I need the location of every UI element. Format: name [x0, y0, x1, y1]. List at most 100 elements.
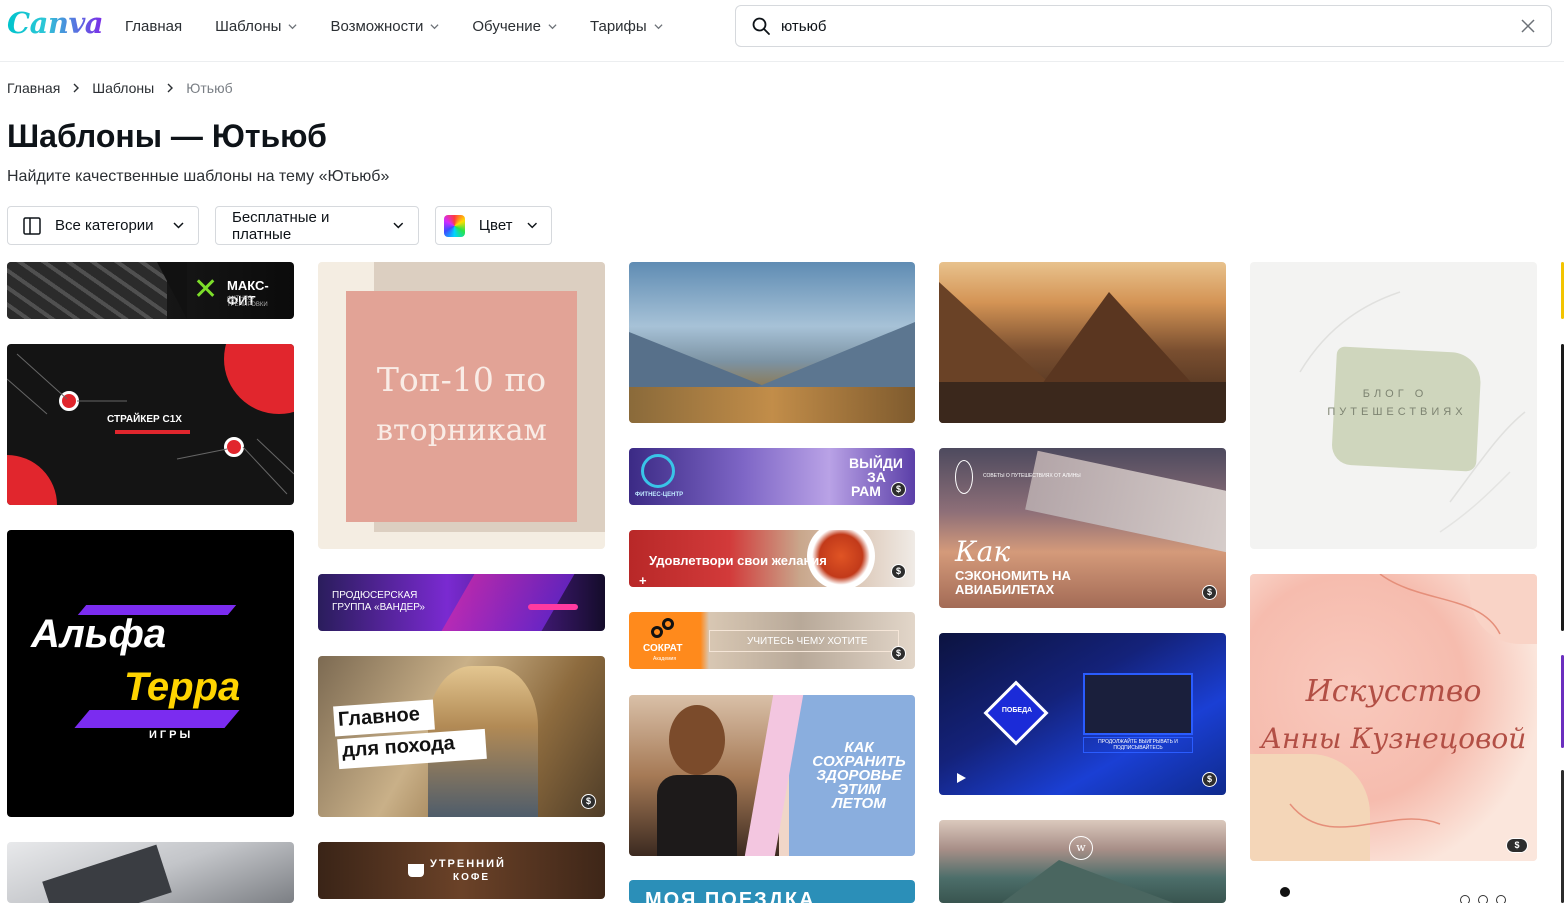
chevron-down-icon — [393, 222, 404, 229]
logo-icon — [955, 460, 973, 494]
template-text: ФИТНЕС-ТРЕНИРОВКИ — [227, 296, 268, 308]
template-card-producer[interactable]: ПРОДЮСЕРСКАЯ ГРУППА «ВАНДЕР» — [318, 574, 605, 631]
template-text: Терра — [124, 665, 241, 709]
premium-badge-icon: $ — [891, 646, 906, 661]
category-filter-label: Все категории — [55, 217, 154, 234]
brush-decoration — [1289, 574, 1501, 828]
breadcrumb-home[interactable]: Главная — [7, 80, 60, 96]
premium-badge-icon: $ — [581, 794, 596, 809]
template-card-desires[interactable]: Удовлетвори свои желания + $ — [629, 530, 915, 587]
play-icon — [957, 773, 966, 783]
color-swatch-icon — [444, 214, 465, 237]
template-card-fitness[interactable]: ФИТНЕС-ЦЕНТР ВЫЙДИ ЗА РАМ $ — [629, 448, 915, 505]
template-card-victory[interactable]: ПОБЕДА ПРОДОЛЖАЙТЕ ВЫИГРЫВАТЬ И ПОДПИСЫВ… — [939, 633, 1226, 795]
template-text: КОФЕ — [453, 872, 491, 883]
chevron-down-icon — [654, 23, 663, 29]
template-text: СОКРАТ — [643, 643, 683, 654]
nav-features-label: Возможности — [330, 17, 424, 35]
template-text: Искусство — [1305, 674, 1482, 709]
pricing-filter[interactable]: Бесплатные и платные — [215, 206, 419, 245]
template-card-maxfit[interactable]: ✕ МАКС-ФИТ ФИТНЕС-ТРЕНИРОВКИ — [7, 262, 294, 319]
premium-badge-icon: $ — [1202, 772, 1217, 787]
chevron-right-icon — [167, 83, 174, 93]
premium-badge-icon: $ — [891, 482, 906, 497]
template-text: ГРУППА «ВАНДЕР» — [332, 602, 425, 613]
template-card-laptop[interactable] — [7, 842, 294, 903]
nav-learn[interactable]: Обучение — [472, 16, 557, 36]
template-text: УЧИТЕСЬ ЧЕМУ ХОТИТЕ — [747, 636, 868, 647]
template-text: Анны Кузнецовой — [1260, 722, 1527, 755]
chevron-right-icon — [73, 83, 80, 93]
search-icon — [752, 17, 770, 35]
chevron-down-icon — [430, 23, 439, 29]
template-card-health[interactable]: КАК СОХРАНИТЬ ЗДОРОВЬЕ ЭТИМ ЛЕТОМ — [629, 695, 915, 856]
template-card-sokrat[interactable]: СОКРАТ Академия УЧИТЕСЬ ЧЕМУ ХОТИТЕ $ — [629, 612, 915, 669]
premium-badge-icon: $ — [1202, 585, 1217, 600]
template-text: Как — [955, 535, 1011, 568]
template-text: БЛОГ О — [1362, 388, 1428, 400]
premium-badge-icon: $ — [891, 564, 906, 579]
template-card-mountains-fog[interactable] — [629, 262, 915, 423]
clear-search-icon[interactable] — [1520, 18, 1536, 34]
template-card-hike[interactable]: Главное для похода $ — [318, 656, 605, 817]
template-text: РАМ — [851, 483, 881, 499]
template-text: Академия — [653, 656, 677, 662]
top-navigation-bar: Canva Главная Шаблоны Возможности Обучен… — [0, 0, 1564, 62]
breadcrumb-current: Ютьюб — [186, 80, 233, 96]
template-card-top10[interactable]: Топ-10 по вторникам — [318, 262, 605, 549]
template-card-art[interactable]: Искусство Анны Кузнецовой $ — [1250, 574, 1537, 861]
nav-home-label: Главная — [125, 17, 183, 35]
template-card-coffee[interactable]: УТРЕННИЙ КОФЕ — [318, 842, 605, 899]
template-text: Альфа — [31, 612, 167, 656]
nav-pricing[interactable]: Тарифы — [590, 16, 663, 36]
template-card-mountain-sunset[interactable] — [939, 262, 1226, 423]
coffee-cup-icon — [408, 864, 424, 877]
template-text: вторникам — [376, 413, 547, 448]
template-card-travel-blog[interactable]: БЛОГ О ПУТЕШЕСТВИЯХ — [1250, 262, 1537, 549]
nav-pricing-label: Тарифы — [589, 17, 647, 35]
x-logo-icon: ✕ — [193, 273, 219, 306]
nav-home[interactable]: Главная — [125, 16, 182, 36]
template-text: УТРЕННИЙ — [430, 858, 506, 870]
category-filter[interactable]: Все категории — [7, 206, 199, 245]
template-card-striker[interactable]: СТРАЙКЕР С1Х — [7, 344, 294, 505]
template-card-mountain-ridge[interactable]: w — [939, 820, 1226, 903]
search-bar — [735, 5, 1552, 47]
breadcrumb: Главная Шаблоны Ютьюб — [7, 80, 233, 96]
nav-templates[interactable]: Шаблоны — [215, 16, 297, 36]
chevron-down-icon — [548, 23, 557, 29]
chevron-down-icon — [526, 222, 537, 229]
template-text: КАК СОХРАНИТЬ ЗДОРОВЬЕ ЭТИМ ЛЕТОМ — [804, 740, 914, 811]
template-text: ПРОДЮСЕРСКАЯ — [332, 590, 418, 601]
search-input[interactable] — [781, 17, 1481, 35]
premium-badge-icon: $ — [1506, 838, 1528, 853]
template-text: Удовлетвори свои желания — [649, 553, 827, 568]
template-text: СЭКОНОМИТЬ НА — [955, 568, 1071, 583]
breadcrumb-templates[interactable]: Шаблоны — [92, 80, 154, 96]
fitness-logo-icon — [641, 454, 675, 488]
nav-learn-label: Обучение — [472, 17, 541, 35]
template-text: ПРОДОЛЖАЙТЕ ВЫИГРЫВАТЬ И ПОДПИСЫВАЙТЕСЬ — [1098, 739, 1178, 751]
canva-logo[interactable]: Canva — [7, 6, 104, 40]
color-filter[interactable]: Цвет — [435, 206, 552, 245]
template-card-flights[interactable]: СОВЕТЫ О ПУТЕШЕСТВИЯХ ОТ АЛИНЫ Как СЭКОН… — [939, 448, 1226, 608]
template-text: ФИТНЕС-ЦЕНТР — [635, 492, 684, 498]
pricing-filter-label: Бесплатные и платные — [232, 208, 330, 243]
template-card-alfa-terra[interactable]: Альфа Терра ИГРЫ — [7, 530, 294, 817]
page-title: Шаблоны — Ютьюб — [7, 118, 327, 154]
template-card-partial[interactable] — [1250, 885, 1537, 903]
template-text: МОЯ ПОЕЗДКА — [645, 889, 816, 903]
template-text: СТРАЙКЕР С1Х — [107, 414, 182, 425]
template-text: ИГРЫ — [149, 729, 194, 741]
nav-features[interactable]: Возможности — [330, 16, 439, 36]
logo-icon: w — [1069, 836, 1093, 860]
template-text: ПУТЕШЕСТВИЯХ — [1327, 406, 1467, 418]
layout-icon — [23, 216, 41, 235]
main-nav: Главная Шаблоны Возможности Обучение Тар… — [125, 16, 696, 36]
template-text: АВИАБИЛЕТАХ — [955, 582, 1055, 597]
template-card-trip[interactable]: МОЯ ПОЕЗДКА — [629, 880, 915, 903]
nav-templates-label: Шаблоны — [215, 17, 282, 35]
chevron-down-icon — [288, 23, 297, 29]
template-text: Топ-10 по — [376, 360, 547, 399]
page-subtitle: Найдите качественные шаблоны на тему «Ют… — [7, 168, 390, 185]
